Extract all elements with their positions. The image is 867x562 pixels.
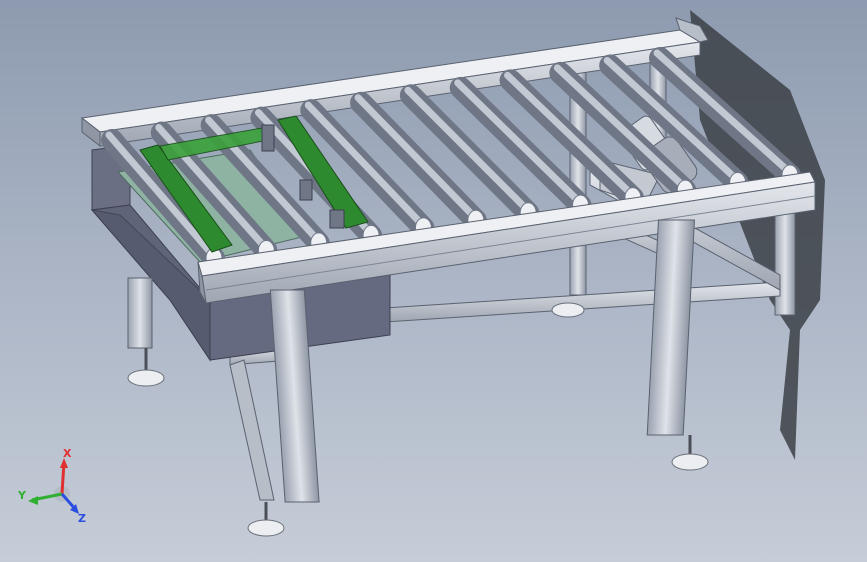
z-axis-label: Z	[78, 512, 86, 525]
model-shadow	[690, 10, 825, 460]
cad-viewport[interactable]: X Y Z	[0, 0, 867, 562]
orientation-triad[interactable]: X Y Z	[12, 448, 92, 528]
x-axis-label: X	[63, 448, 72, 460]
conveyor-model[interactable]	[0, 0, 867, 562]
y-axis-label: Y	[17, 489, 27, 502]
